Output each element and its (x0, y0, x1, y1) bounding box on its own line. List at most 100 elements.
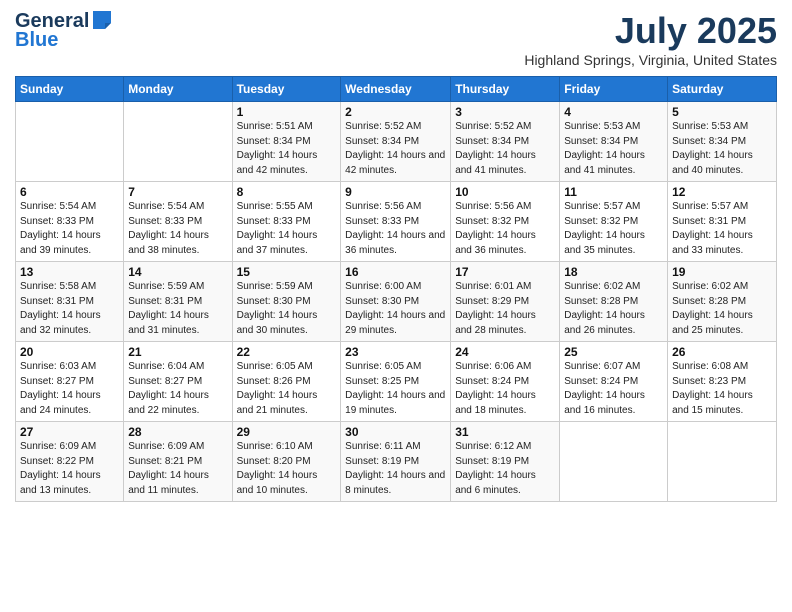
calendar-cell: 7Sunrise: 5:54 AM Sunset: 8:33 PM Daylig… (124, 182, 232, 262)
day-number: 8 (237, 185, 337, 199)
calendar-cell: 2Sunrise: 5:52 AM Sunset: 8:34 PM Daylig… (341, 102, 451, 182)
day-info: Sunrise: 5:51 AM Sunset: 8:34 PM Dayligh… (237, 120, 337, 178)
day-info: Sunrise: 5:53 AM Sunset: 8:34 PM Dayligh… (564, 120, 663, 178)
calendar-cell: 13Sunrise: 5:58 AM Sunset: 8:31 PM Dayli… (16, 262, 124, 342)
calendar-cell: 12Sunrise: 5:57 AM Sunset: 8:31 PM Dayli… (668, 182, 777, 262)
day-number: 25 (564, 345, 663, 359)
day-info: Sunrise: 5:56 AM Sunset: 8:32 PM Dayligh… (455, 200, 555, 258)
main-title: July 2025 (524, 10, 777, 52)
logo: General Blue (15, 10, 113, 52)
calendar-week-row: 1Sunrise: 5:51 AM Sunset: 8:34 PM Daylig… (16, 102, 777, 182)
day-header-monday: Monday (124, 77, 232, 102)
day-number: 24 (455, 345, 555, 359)
calendar-cell (560, 422, 668, 502)
calendar-cell (124, 102, 232, 182)
day-info: Sunrise: 6:09 AM Sunset: 8:21 PM Dayligh… (128, 440, 227, 498)
day-info: Sunrise: 6:11 AM Sunset: 8:19 PM Dayligh… (345, 440, 446, 498)
calendar-cell: 6Sunrise: 5:54 AM Sunset: 8:33 PM Daylig… (16, 182, 124, 262)
calendar-cell: 14Sunrise: 5:59 AM Sunset: 8:31 PM Dayli… (124, 262, 232, 342)
day-info: Sunrise: 6:04 AM Sunset: 8:27 PM Dayligh… (128, 360, 227, 418)
calendar-cell: 21Sunrise: 6:04 AM Sunset: 8:27 PM Dayli… (124, 342, 232, 422)
day-header-friday: Friday (560, 77, 668, 102)
day-info: Sunrise: 5:58 AM Sunset: 8:31 PM Dayligh… (20, 280, 119, 338)
day-info: Sunrise: 6:10 AM Sunset: 8:20 PM Dayligh… (237, 440, 337, 498)
calendar-week-row: 27Sunrise: 6:09 AM Sunset: 8:22 PM Dayli… (16, 422, 777, 502)
calendar-week-row: 20Sunrise: 6:03 AM Sunset: 8:27 PM Dayli… (16, 342, 777, 422)
day-number: 2 (345, 105, 446, 119)
day-number: 28 (128, 425, 227, 439)
calendar-cell: 27Sunrise: 6:09 AM Sunset: 8:22 PM Dayli… (16, 422, 124, 502)
calendar-cell: 19Sunrise: 6:02 AM Sunset: 8:28 PM Dayli… (668, 262, 777, 342)
day-info: Sunrise: 6:08 AM Sunset: 8:23 PM Dayligh… (672, 360, 772, 418)
day-number: 13 (20, 265, 119, 279)
day-info: Sunrise: 5:54 AM Sunset: 8:33 PM Dayligh… (128, 200, 227, 258)
calendar-cell: 1Sunrise: 5:51 AM Sunset: 8:34 PM Daylig… (232, 102, 341, 182)
day-number: 18 (564, 265, 663, 279)
calendar-cell: 18Sunrise: 6:02 AM Sunset: 8:28 PM Dayli… (560, 262, 668, 342)
day-number: 9 (345, 185, 446, 199)
day-number: 20 (20, 345, 119, 359)
day-info: Sunrise: 6:00 AM Sunset: 8:30 PM Dayligh… (345, 280, 446, 338)
calendar-week-row: 6Sunrise: 5:54 AM Sunset: 8:33 PM Daylig… (16, 182, 777, 262)
calendar-cell: 25Sunrise: 6:07 AM Sunset: 8:24 PM Dayli… (560, 342, 668, 422)
day-number: 7 (128, 185, 227, 199)
calendar-cell (16, 102, 124, 182)
calendar-cell: 3Sunrise: 5:52 AM Sunset: 8:34 PM Daylig… (451, 102, 560, 182)
title-block: July 2025 Highland Springs, Virginia, Un… (524, 10, 777, 68)
calendar-cell: 30Sunrise: 6:11 AM Sunset: 8:19 PM Dayli… (341, 422, 451, 502)
day-number: 23 (345, 345, 446, 359)
calendar-cell: 22Sunrise: 6:05 AM Sunset: 8:26 PM Dayli… (232, 342, 341, 422)
day-number: 10 (455, 185, 555, 199)
calendar-cell: 16Sunrise: 6:00 AM Sunset: 8:30 PM Dayli… (341, 262, 451, 342)
calendar-cell: 15Sunrise: 5:59 AM Sunset: 8:30 PM Dayli… (232, 262, 341, 342)
calendar-cell: 23Sunrise: 6:05 AM Sunset: 8:25 PM Dayli… (341, 342, 451, 422)
calendar-cell: 9Sunrise: 5:56 AM Sunset: 8:33 PM Daylig… (341, 182, 451, 262)
day-number: 5 (672, 105, 772, 119)
day-number: 31 (455, 425, 555, 439)
calendar-cell: 10Sunrise: 5:56 AM Sunset: 8:32 PM Dayli… (451, 182, 560, 262)
logo-blue: Blue (15, 29, 58, 52)
day-info: Sunrise: 5:57 AM Sunset: 8:32 PM Dayligh… (564, 200, 663, 258)
calendar-cell: 11Sunrise: 5:57 AM Sunset: 8:32 PM Dayli… (560, 182, 668, 262)
day-header-saturday: Saturday (668, 77, 777, 102)
day-number: 30 (345, 425, 446, 439)
day-info: Sunrise: 6:03 AM Sunset: 8:27 PM Dayligh… (20, 360, 119, 418)
logo-icon (91, 9, 113, 31)
day-number: 15 (237, 265, 337, 279)
calendar-cell: 24Sunrise: 6:06 AM Sunset: 8:24 PM Dayli… (451, 342, 560, 422)
day-number: 14 (128, 265, 227, 279)
day-info: Sunrise: 6:07 AM Sunset: 8:24 PM Dayligh… (564, 360, 663, 418)
day-number: 12 (672, 185, 772, 199)
day-info: Sunrise: 6:01 AM Sunset: 8:29 PM Dayligh… (455, 280, 555, 338)
calendar-header-row: SundayMondayTuesdayWednesdayThursdayFrid… (16, 77, 777, 102)
day-header-thursday: Thursday (451, 77, 560, 102)
day-info: Sunrise: 5:54 AM Sunset: 8:33 PM Dayligh… (20, 200, 119, 258)
day-number: 3 (455, 105, 555, 119)
day-number: 27 (20, 425, 119, 439)
calendar-cell: 20Sunrise: 6:03 AM Sunset: 8:27 PM Dayli… (16, 342, 124, 422)
day-info: Sunrise: 5:56 AM Sunset: 8:33 PM Dayligh… (345, 200, 446, 258)
day-info: Sunrise: 6:12 AM Sunset: 8:19 PM Dayligh… (455, 440, 555, 498)
day-info: Sunrise: 6:06 AM Sunset: 8:24 PM Dayligh… (455, 360, 555, 418)
day-number: 6 (20, 185, 119, 199)
calendar-cell: 29Sunrise: 6:10 AM Sunset: 8:20 PM Dayli… (232, 422, 341, 502)
day-number: 4 (564, 105, 663, 119)
day-number: 1 (237, 105, 337, 119)
calendar-week-row: 13Sunrise: 5:58 AM Sunset: 8:31 PM Dayli… (16, 262, 777, 342)
day-info: Sunrise: 5:59 AM Sunset: 8:30 PM Dayligh… (237, 280, 337, 338)
calendar-cell (668, 422, 777, 502)
day-info: Sunrise: 5:59 AM Sunset: 8:31 PM Dayligh… (128, 280, 227, 338)
calendar-cell: 5Sunrise: 5:53 AM Sunset: 8:34 PM Daylig… (668, 102, 777, 182)
day-number: 19 (672, 265, 772, 279)
day-info: Sunrise: 5:52 AM Sunset: 8:34 PM Dayligh… (455, 120, 555, 178)
calendar-table: SundayMondayTuesdayWednesdayThursdayFrid… (15, 76, 777, 502)
day-info: Sunrise: 5:57 AM Sunset: 8:31 PM Dayligh… (672, 200, 772, 258)
day-info: Sunrise: 6:05 AM Sunset: 8:25 PM Dayligh… (345, 360, 446, 418)
page-header: General Blue July 2025 Highland Springs,… (15, 10, 777, 68)
day-info: Sunrise: 6:02 AM Sunset: 8:28 PM Dayligh… (564, 280, 663, 338)
calendar-cell: 4Sunrise: 5:53 AM Sunset: 8:34 PM Daylig… (560, 102, 668, 182)
day-info: Sunrise: 5:55 AM Sunset: 8:33 PM Dayligh… (237, 200, 337, 258)
day-info: Sunrise: 5:52 AM Sunset: 8:34 PM Dayligh… (345, 120, 446, 178)
day-number: 26 (672, 345, 772, 359)
day-info: Sunrise: 5:53 AM Sunset: 8:34 PM Dayligh… (672, 120, 772, 178)
